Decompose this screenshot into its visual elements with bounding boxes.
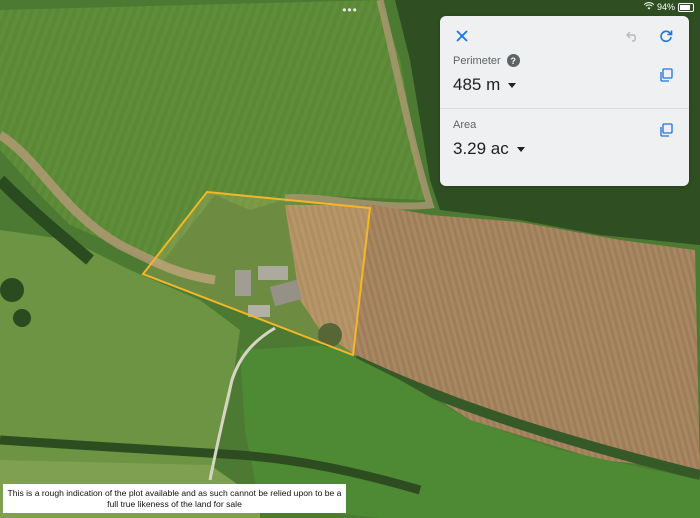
area-value: 3.29 ac (453, 139, 509, 158)
undo-button[interactable] (623, 26, 643, 46)
status-bar: 94% (643, 2, 694, 12)
more-dots[interactable]: ••• (342, 3, 358, 17)
measure-panel: Perimeter ? 485 m Area 3.29 ac (440, 16, 689, 186)
redo-icon (660, 30, 673, 43)
perimeter-section: Perimeter ? 485 m (440, 54, 689, 95)
battery-icon (678, 2, 694, 12)
area-section: Area 3.29 ac (440, 119, 689, 159)
perimeter-value: 485 m (453, 75, 501, 94)
help-icon[interactable]: ? (506, 54, 520, 67)
caret-down-icon (516, 146, 525, 152)
area-label: Area (453, 119, 477, 131)
divider (440, 108, 689, 109)
copy-icon (660, 68, 673, 82)
caret-down-icon (508, 82, 517, 88)
copy-area-button[interactable] (659, 123, 675, 139)
redo-button[interactable] (656, 26, 676, 46)
perimeter-unit-dropdown[interactable]: 485 m (453, 75, 676, 95)
perimeter-label: Perimeter (453, 54, 501, 67)
copy-icon (660, 123, 673, 137)
copy-perimeter-button[interactable] (659, 68, 675, 84)
wifi-icon (643, 2, 655, 12)
undo-icon (626, 31, 636, 42)
disclaimer-text: This is a rough indication of the plot a… (3, 484, 346, 513)
area-unit-dropdown[interactable]: 3.29 ac (453, 139, 676, 159)
close-button[interactable] (452, 26, 472, 46)
battery-percentage: 94% (656, 2, 675, 12)
close-icon (456, 30, 468, 42)
